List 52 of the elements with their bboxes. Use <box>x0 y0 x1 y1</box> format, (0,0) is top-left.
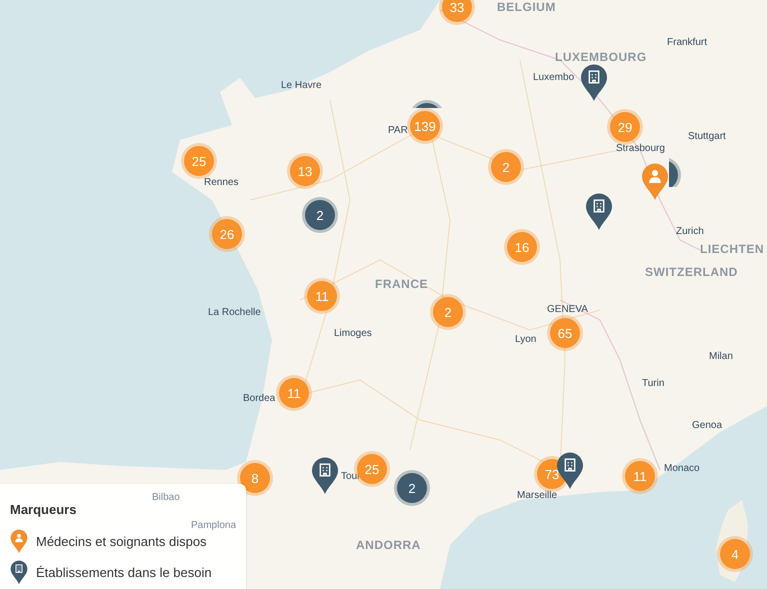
legend-label: Établissements dans le besoin <box>36 564 212 582</box>
cluster-marker[interactable]: 2 <box>433 297 463 327</box>
city-label: Le Havre <box>281 81 322 91</box>
cluster-marker[interactable]: 11 <box>307 281 337 311</box>
cluster-marker[interactable]: 139 <box>410 111 440 141</box>
cluster-marker[interactable] <box>412 100 442 108</box>
city-label: Strasbourg <box>616 144 665 154</box>
cluster-marker[interactable]: 2 <box>305 200 335 230</box>
city-label: Monaco <box>664 464 700 474</box>
hospital-pin-icon[interactable] <box>311 457 339 495</box>
cluster-marker[interactable]: 11 <box>625 461 655 491</box>
city-label: GENEVA <box>547 305 588 315</box>
cluster-marker[interactable]: 11 <box>279 378 309 408</box>
cluster-marker[interactable] <box>669 157 681 187</box>
city-label: Lyon <box>515 335 536 345</box>
city-label: Stuttgart <box>688 132 726 142</box>
city-label: Limoges <box>334 329 372 339</box>
cluster-marker[interactable]: 16 <box>507 232 537 262</box>
city-label: Milan <box>709 352 733 362</box>
cluster-marker[interactable]: 25 <box>184 146 214 176</box>
country-label: BELGIUM <box>497 1 556 13</box>
cluster-marker[interactable]: 29 <box>610 112 640 142</box>
city-label: Zurich <box>676 227 704 237</box>
cluster-marker[interactable]: 13 <box>290 156 320 186</box>
city-label: Rennes <box>204 178 238 188</box>
cluster-marker[interactable]: 65 <box>550 318 580 348</box>
country-label: LIECHTEN <box>700 243 764 255</box>
cluster-marker[interactable]: 33 <box>442 0 472 22</box>
city-label: Pamplona <box>191 521 236 531</box>
city-label: Marseille <box>517 491 558 501</box>
cluster-marker[interactable]: 2 <box>491 152 521 182</box>
country-label: FRANCE <box>375 278 428 290</box>
city-label: Luxembo <box>533 73 574 83</box>
country-label: SWITZERLAND <box>645 266 738 278</box>
country-label: ANDORRA <box>356 539 421 551</box>
city-label: Toul <box>341 472 360 482</box>
cluster-marker[interactable]: 8 <box>240 463 270 493</box>
city-label: PAR <box>388 126 408 136</box>
city-label: Turin <box>642 379 664 389</box>
country-label: LUXEMBOURG <box>555 51 647 63</box>
cluster-marker[interactable]: 2 <box>397 473 427 503</box>
city-label: Bordea <box>243 394 276 404</box>
city-label: Frankfurt <box>667 38 708 48</box>
city-label: La Rochelle <box>208 308 261 318</box>
hospital-pin-icon[interactable] <box>585 193 613 231</box>
hospital-pin-icon[interactable] <box>580 64 608 102</box>
legend-label: Médecins et soignants dispos <box>36 532 207 551</box>
city-label: Bilbao <box>152 493 180 503</box>
cluster-marker[interactable]: 25 <box>357 454 387 484</box>
city-label: Genoa <box>692 421 722 431</box>
legend-title: Marqueurs <box>10 500 78 519</box>
hospital-pin-icon[interactable] <box>10 560 28 585</box>
